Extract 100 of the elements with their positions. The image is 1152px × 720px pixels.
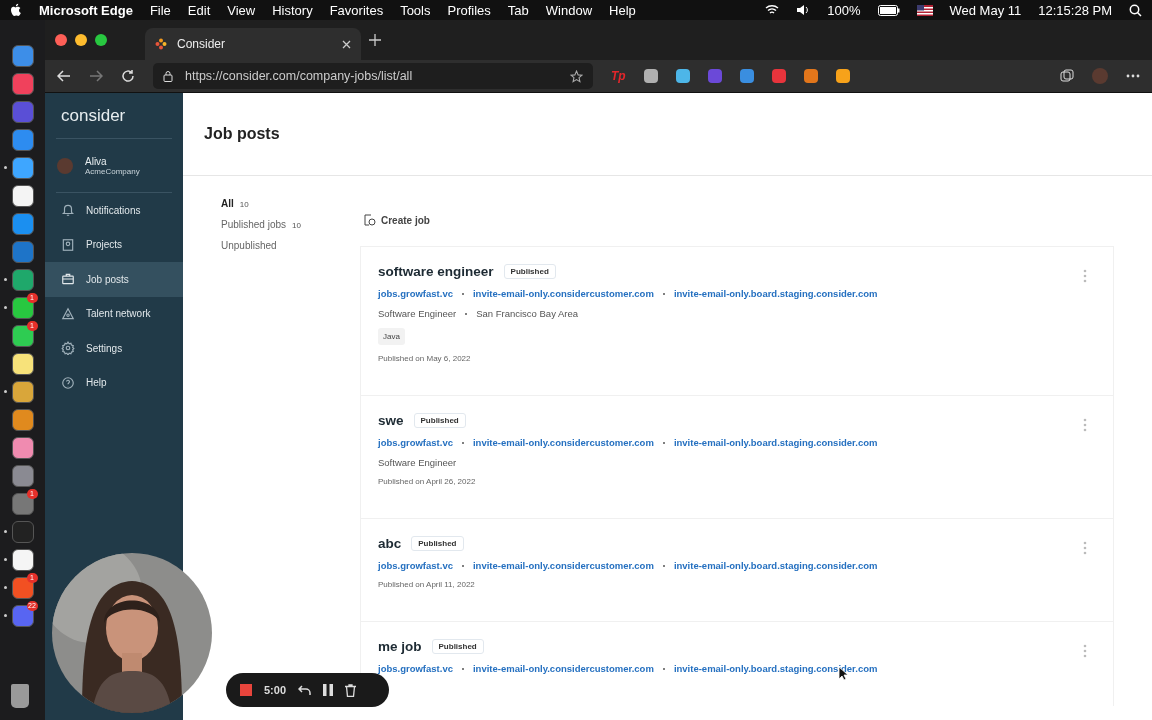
board-link[interactable]: invite-email-only.board.staging.consider.com: [673, 663, 878, 674]
battery-percent: 100%: [827, 2, 861, 18]
app-icon[interactable]: [11, 381, 34, 403]
add-document-icon: [364, 214, 376, 226]
user-avatar: [57, 158, 73, 174]
more-icon[interactable]: [1126, 74, 1140, 78]
clock-time[interactable]: 12:15:28 PM: [1038, 2, 1112, 18]
bell-icon: [61, 203, 75, 218]
app-icon[interactable]: [11, 409, 34, 431]
published-date: Published on May 6, 2022: [378, 354, 472, 363]
job-title[interactable]: software engineer: [378, 264, 494, 279]
extension-icon[interactable]: [675, 69, 690, 83]
flower-icon: [155, 38, 167, 50]
network-icon: [61, 306, 75, 321]
app-icon[interactable]: [11, 269, 34, 291]
filter-tab[interactable]: Published jobs 10: [221, 219, 360, 230]
menu-item[interactable]: Favorites: [329, 2, 384, 18]
app-menu[interactable]: Microsoft Edge: [39, 2, 133, 18]
board-link[interactable]: invite-email-only.considercustomer.com: [472, 560, 654, 571]
app-icon[interactable]: [11, 353, 34, 375]
flag-icon[interactable]: [916, 4, 933, 16]
nav-item[interactable]: Notifications: [45, 193, 183, 228]
menu-item[interactable]: Profiles: [447, 2, 491, 18]
menu-item[interactable]: History: [272, 2, 313, 18]
reload-icon[interactable]: [121, 69, 135, 83]
nav-item[interactable]: Help: [45, 365, 183, 400]
user-name: Aliva: [85, 156, 108, 167]
battery-icon[interactable]: [877, 4, 900, 16]
job-title[interactable]: me job: [378, 639, 422, 654]
app-icon[interactable]: [11, 185, 34, 207]
star-icon[interactable]: [570, 69, 583, 83]
board-link[interactable]: invite-email-only.board.staging.consider.com: [673, 437, 878, 448]
help-icon: [61, 375, 75, 390]
app-icon[interactable]: [11, 325, 34, 347]
status-badge: Published: [411, 536, 464, 551]
app-icon[interactable]: [11, 157, 34, 179]
wifi-icon[interactable]: [765, 4, 780, 16]
address-bar[interactable]: https://consider.com/company-jobs/list/all: [153, 63, 593, 89]
extension-icon[interactable]: [739, 69, 754, 83]
search-icon[interactable]: [1129, 3, 1142, 17]
board-link[interactable]: invite-email-only.board.staging.consider.com: [673, 288, 878, 299]
board-link[interactable]: invite-email-only.considercustomer.com: [472, 288, 654, 299]
app-icon[interactable]: [11, 437, 34, 459]
extension-icon[interactable]: [643, 69, 658, 83]
close-icon[interactable]: [342, 39, 351, 49]
menu-item[interactable]: Tools: [400, 2, 431, 18]
company-name: AcmeCompany: [85, 167, 140, 176]
app-icon[interactable]: [11, 549, 34, 571]
volume-icon[interactable]: [796, 4, 811, 16]
briefcase-icon: [61, 272, 75, 287]
status-badge: Published: [431, 639, 484, 654]
menu-item[interactable]: File: [149, 2, 171, 18]
zoom-window-button[interactable]: [95, 34, 107, 46]
board-link[interactable]: invite-email-only.considercustomer.com: [472, 663, 654, 674]
undo-icon[interactable]: [298, 684, 312, 696]
published-date: Published on April 26, 2022: [378, 477, 477, 486]
status-badge: Published: [503, 264, 556, 279]
extension-icon[interactable]: [803, 69, 818, 83]
trash-icon[interactable]: [345, 683, 357, 697]
collections-icon[interactable]: [1060, 69, 1074, 83]
board-link[interactable]: jobs.growfast.vc: [378, 560, 453, 571]
new-tab-icon[interactable]: [369, 34, 381, 46]
create-job-button[interactable]: Create job: [364, 214, 430, 226]
forward-icon[interactable]: [89, 70, 103, 82]
board-link[interactable]: jobs.growfast.vc: [378, 663, 453, 674]
job-title[interactable]: abc: [378, 536, 402, 551]
menu-item[interactable]: View: [227, 2, 256, 18]
menu-item[interactable]: Window: [545, 2, 593, 18]
board-link[interactable]: jobs.growfast.vc: [378, 437, 453, 448]
board-icon: [61, 237, 75, 252]
close-window-button[interactable]: [55, 34, 67, 46]
board-link[interactable]: invite-email-only.considercustomer.com: [472, 437, 654, 448]
extension-icon[interactable]: [835, 69, 850, 83]
lock-icon: [163, 70, 173, 82]
board-link[interactable]: invite-email-only.board.staging.consider.com: [673, 560, 878, 571]
back-icon[interactable]: [57, 70, 71, 82]
app-icon[interactable]: [11, 297, 34, 319]
filter-tab[interactable]: Unpublished: [221, 240, 360, 251]
logo[interactable]: consider: [45, 93, 183, 138]
nav-item[interactable]: Job posts: [45, 262, 183, 297]
filter-tab[interactable]: All 10: [221, 198, 360, 209]
job-meta: San Francisco Bay Area: [476, 308, 579, 319]
job-title[interactable]: swe: [378, 413, 404, 428]
minimize-window-button[interactable]: [75, 34, 87, 46]
job-meta: Software Engineer: [378, 457, 457, 468]
board-link[interactable]: jobs.growfast.vc: [378, 288, 453, 299]
job-meta: Software Engineer: [378, 308, 457, 319]
apple-icon[interactable]: [10, 3, 22, 17]
clock-date[interactable]: Wed May 11: [949, 2, 1022, 18]
menu-item[interactable]: Help: [609, 2, 636, 18]
recording-timer: 5:00: [264, 684, 287, 696]
menu-item[interactable]: Tab: [507, 2, 529, 18]
nav-item[interactable]: Talent network: [45, 296, 183, 331]
pause-icon[interactable]: [323, 684, 334, 696]
menu-item[interactable]: Edit: [187, 2, 211, 18]
nav-item[interactable]: Projects: [45, 227, 183, 262]
nav-item[interactable]: Settings: [45, 331, 183, 366]
browser-tab[interactable]: Consider: [145, 28, 361, 60]
extension-icon[interactable]: [771, 69, 786, 83]
skill-tag: Java: [378, 328, 405, 345]
